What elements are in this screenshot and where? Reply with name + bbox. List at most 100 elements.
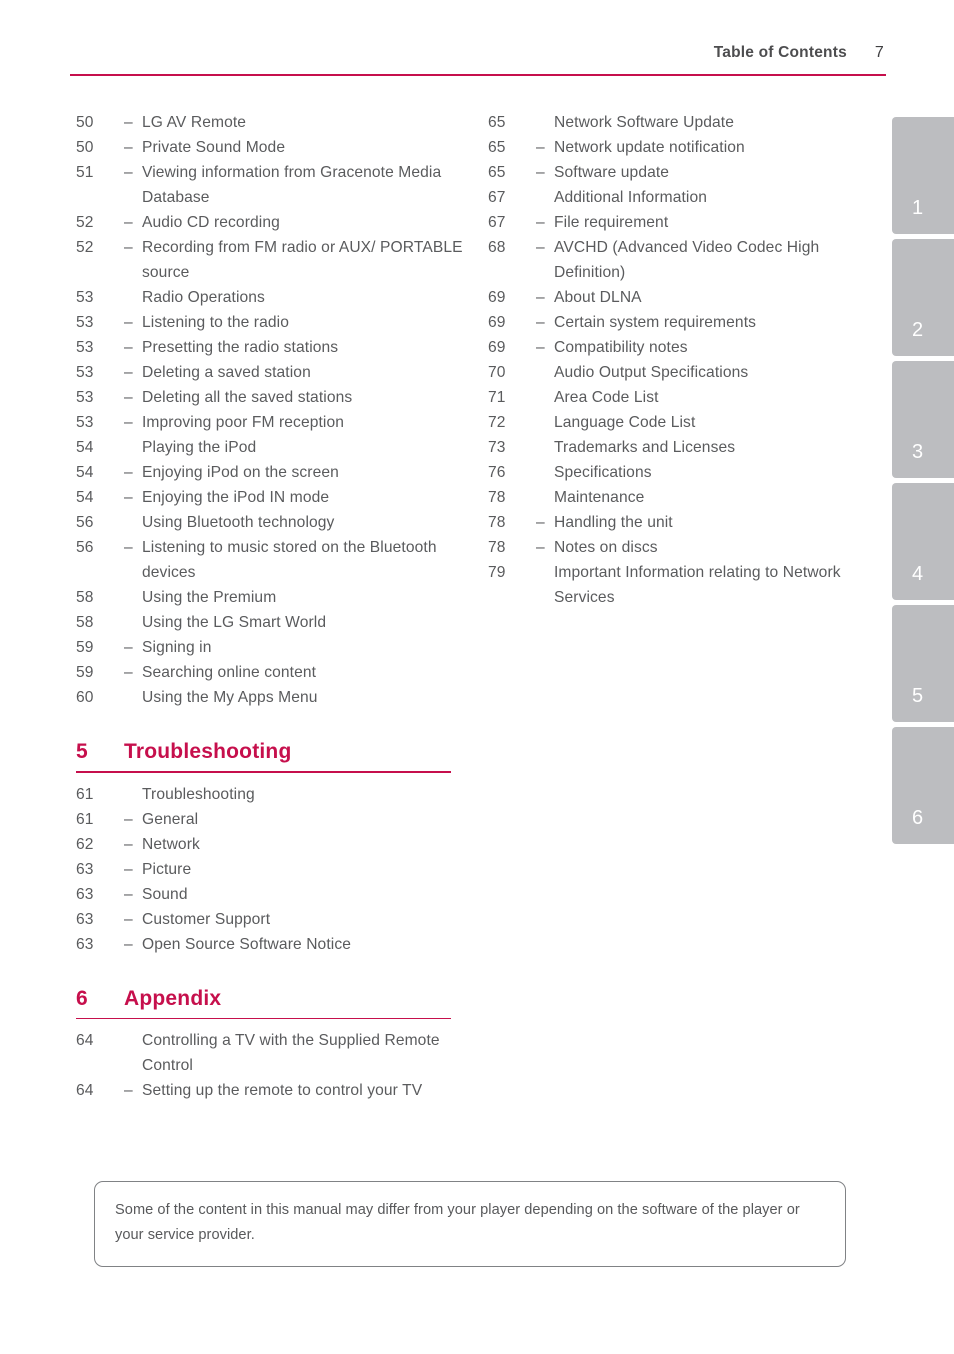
- toc-entry[interactable]: 78 – Notes on discs: [488, 535, 878, 560]
- toc-entry[interactable]: 62 – Network: [76, 832, 466, 857]
- toc-entry[interactable]: 73 Trademarks and Licenses: [488, 435, 878, 460]
- toc-entry[interactable]: 69 – Compatibility notes: [488, 335, 878, 360]
- chapter-tab-6[interactable]: 6: [892, 727, 954, 844]
- toc-entry-label: Open Source Software Notice: [142, 935, 351, 953]
- toc-entry[interactable]: 50 – Private Sound Mode: [76, 135, 466, 160]
- toc-entry[interactable]: 76 Specifications: [488, 460, 878, 485]
- toc-entry[interactable]: 69 – Certain system requirements: [488, 310, 878, 335]
- toc-entry[interactable]: 65 – Network update notification: [488, 135, 878, 160]
- toc-entry-dash-icon: –: [536, 164, 545, 181]
- toc-entry[interactable]: 78 Maintenance: [488, 485, 878, 510]
- page-title: Table of Contents: [713, 44, 847, 61]
- toc-entry[interactable]: 56 Using Bluetooth technology: [76, 510, 466, 535]
- toc-entry[interactable]: 64 – Setting up the remote to control your…: [76, 1078, 466, 1103]
- chapter-tab-label: 4: [912, 563, 924, 585]
- toc-entry[interactable]: 59 – Signing in: [76, 635, 466, 660]
- toc-entry-page: 63: [76, 885, 94, 903]
- toc-entry[interactable]: 58 Using the Premium: [76, 585, 466, 610]
- toc-entry-label: Listening to music stored on the Bluetoo…: [142, 539, 437, 581]
- toc-entry[interactable]: 72 Language Code List: [488, 410, 878, 435]
- toc-entry-dash-icon: –: [536, 514, 545, 531]
- toc-entry-label: Sound: [142, 885, 188, 903]
- toc-entry-page: 65: [488, 114, 506, 131]
- toc-entry-page: 50: [76, 114, 94, 131]
- toc-entry[interactable]: 63 – Open Source Software Notice: [76, 932, 466, 957]
- toc-entry[interactable]: 56 – Listening to music stored on the Blue…: [76, 535, 466, 585]
- toc-entry-page: 53: [76, 389, 94, 406]
- toc-entry-dash-icon: –: [124, 364, 133, 381]
- toc-entry[interactable]: 61 Troubleshooting: [76, 782, 466, 807]
- toc-entry-page: 78: [488, 489, 506, 506]
- toc-entry[interactable]: 51 – Viewing information from Gracenote Me…: [76, 160, 466, 210]
- header-divider: [70, 74, 886, 76]
- toc-entry[interactable]: 50 – LG AV Remote: [76, 110, 466, 135]
- toc-entry-label: Listening to the radio: [142, 314, 289, 331]
- section-appendix: 6 Appendix 64 Controlling a TV with the S…: [76, 987, 466, 1104]
- toc-entry[interactable]: 53 – Improving poor FM reception: [76, 410, 466, 435]
- toc-entry-page: 71: [488, 389, 506, 406]
- chapter-tab-5[interactable]: 5: [892, 605, 954, 722]
- toc-entry[interactable]: 53 Radio Operations: [76, 285, 466, 310]
- toc-entry-label: Audio CD recording: [142, 214, 280, 231]
- chapter-tab-2[interactable]: 2: [892, 239, 954, 356]
- toc-entry[interactable]: 67 Additional Information: [488, 185, 878, 210]
- toc-entry[interactable]: 71 Area Code List: [488, 385, 878, 410]
- toc-entry[interactable]: 63 – Picture: [76, 857, 466, 882]
- toc-entry[interactable]: 64 Controlling a TV with the Supplied Rem…: [76, 1028, 466, 1078]
- toc-entry[interactable]: 63 – Customer Support: [76, 907, 466, 932]
- chapter-tab-1[interactable]: 1: [892, 117, 954, 234]
- toc-entry-dash-icon: –: [536, 214, 545, 231]
- toc-entry[interactable]: 59 – Searching online content: [76, 660, 466, 685]
- toc-entry-dash-icon: –: [124, 239, 133, 256]
- toc-entry[interactable]: 78 – Handling the unit: [488, 510, 878, 535]
- toc-entry-label: About DLNA: [554, 289, 642, 306]
- toc-entry-page: 78: [488, 514, 506, 531]
- toc-page: Table of Contents 7 50– LG AV Remote 50– Pr…: [0, 0, 954, 1354]
- section-divider: [76, 1017, 451, 1019]
- toc-entry-page: 64: [76, 1032, 94, 1049]
- toc-entry[interactable]: 54 – Enjoying iPod on the screen: [76, 460, 466, 485]
- toc-entry[interactable]: 53 – Deleting a saved station: [76, 360, 466, 385]
- toc-entry-page: 59: [76, 639, 94, 656]
- note-box: Some of the content in this manual may d…: [94, 1181, 846, 1267]
- chapter-tab-3[interactable]: 3: [892, 361, 954, 478]
- toc-entry-page: 61: [76, 810, 94, 828]
- toc-entry[interactable]: 52 – Recording from FM radio or AUX/ PORTA…: [76, 235, 466, 285]
- toc-entry-dash-icon: –: [124, 639, 133, 656]
- toc-entry-dash-icon: –: [124, 664, 133, 681]
- toc-entry[interactable]: 60 Using the My Apps Menu: [76, 685, 466, 710]
- toc-entry[interactable]: 53 – Deleting all the saved stations: [76, 385, 466, 410]
- toc-entry-label: Notes on discs: [554, 539, 658, 556]
- toc-entry-page: 68: [488, 239, 506, 256]
- toc-entry-page: 65: [488, 164, 506, 181]
- toc-entry[interactable]: 61 – General: [76, 807, 466, 832]
- toc-entry-label: Audio Output Specifications: [554, 364, 749, 381]
- toc-right-column: 65 Network Software Update 65– Network upda…: [488, 110, 878, 610]
- toc-entry[interactable]: 63 – Sound: [76, 882, 466, 907]
- toc-entry[interactable]: 67 – File requirement: [488, 210, 878, 235]
- section-heading: 6 Appendix: [76, 987, 466, 1011]
- toc-entry[interactable]: 65 – Software update: [488, 160, 878, 185]
- toc-entry-page: 56: [76, 514, 94, 531]
- chapter-tab-4[interactable]: 4: [892, 483, 954, 600]
- toc-entry[interactable]: 53 – Listening to the radio: [76, 310, 466, 335]
- toc-entry[interactable]: 58 Using the LG Smart World: [76, 610, 466, 635]
- toc-entry[interactable]: 69 – About DLNA: [488, 285, 878, 310]
- toc-entry[interactable]: 79 Important Information relating to Netw…: [488, 560, 878, 610]
- toc-entry-label: Important Information relating to Networ…: [554, 564, 841, 606]
- toc-entry[interactable]: 68 – AVCHD (Advanced Video Codec High Defi…: [488, 235, 878, 285]
- toc-entry[interactable]: 65 Network Software Update: [488, 110, 878, 135]
- toc-entry[interactable]: 70 Audio Output Specifications: [488, 360, 878, 385]
- toc-entry-dash-icon: –: [124, 214, 133, 231]
- toc-entry-label: Handling the unit: [554, 514, 673, 531]
- toc-entry-page: 53: [76, 414, 94, 431]
- toc-entry[interactable]: 53 – Presetting the radio stations: [76, 335, 466, 360]
- toc-entry[interactable]: 54 Playing the iPod: [76, 435, 466, 460]
- toc-entry[interactable]: 52 – Audio CD recording: [76, 210, 466, 235]
- toc-entry[interactable]: 54 – Enjoying the iPod IN mode: [76, 485, 466, 510]
- section-divider: [76, 771, 451, 773]
- toc-entry-dash-icon: –: [124, 860, 133, 878]
- toc-entry-dash-icon: –: [124, 139, 133, 156]
- chapter-tab-strip: 1 2 3 4 5 6: [892, 117, 954, 849]
- toc-entry-page: 70: [488, 364, 506, 381]
